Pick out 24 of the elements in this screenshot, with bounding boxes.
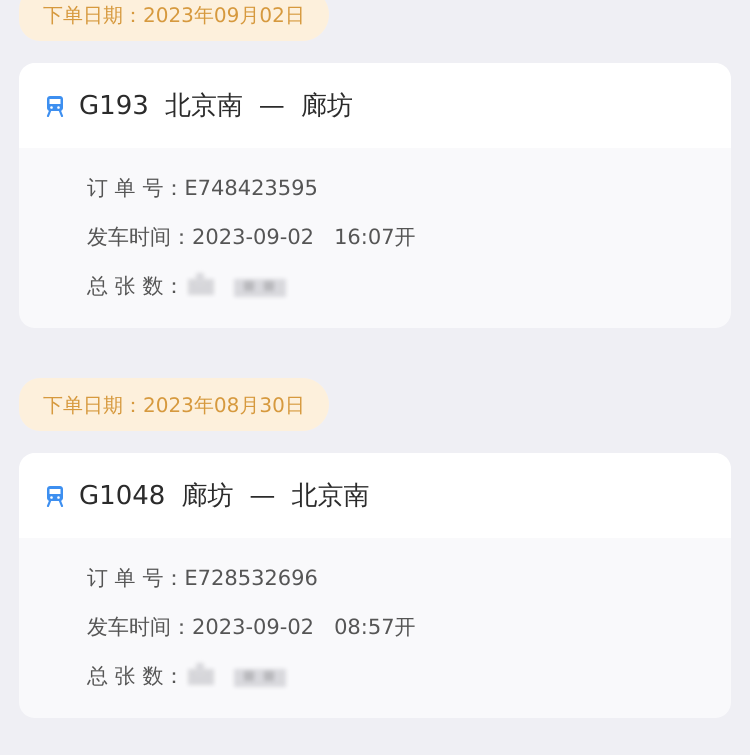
- field-label: 发车时间：: [87, 224, 192, 251]
- train-number: G1048: [79, 480, 166, 510]
- field-value: E728532696: [184, 566, 318, 590]
- field-value: E748423595: [184, 176, 318, 200]
- train-icon: [45, 484, 65, 506]
- route-dash: —: [258, 90, 285, 120]
- arrival-station: 廊坊: [300, 90, 353, 123]
- field-value: 2023-09-02 08:57开: [192, 614, 416, 641]
- order-date-badge: 下单日期：2023年09月02日: [19, 0, 329, 41]
- field-label: 总 张 数：: [87, 273, 184, 300]
- field-label: 总 张 数：: [87, 663, 184, 690]
- order-card[interactable]: G1048 廊坊 — 北京南 订 单 号：E728532696 发车时间：2023-09-02 08:57开 总 张 数：: [19, 453, 731, 718]
- train-icon: [45, 94, 65, 116]
- field-label: 订 单 号：: [87, 175, 184, 202]
- field-label: 发车时间：: [87, 614, 192, 641]
- field-value: 2023-09-02 16:07开: [192, 224, 416, 251]
- train-number: G193: [79, 90, 149, 120]
- departure-station: 廊坊: [181, 480, 234, 513]
- order-card[interactable]: G193 北京南 — 廊坊 订 单 号：E748423595 发车时间：2023-09-02 16:07开 总 张 数：: [19, 63, 731, 328]
- field-label: 订 单 号：: [87, 565, 184, 592]
- departure-station: 北京南: [164, 90, 243, 123]
- arrival-station: 北京南: [291, 480, 370, 513]
- order-date-badge: 下单日期：2023年08月30日: [19, 378, 329, 431]
- route-dash: —: [249, 480, 276, 510]
